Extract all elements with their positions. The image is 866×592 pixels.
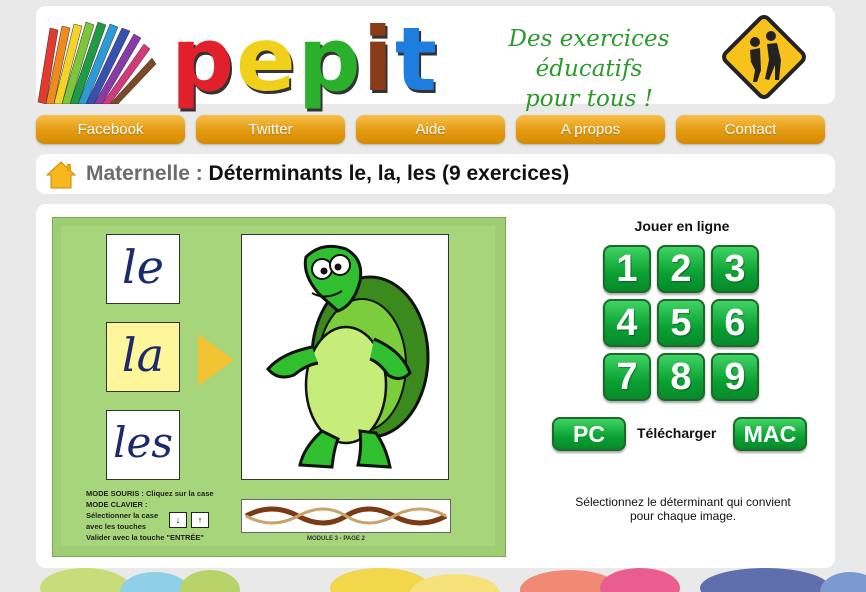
- exercise-1-button[interactable]: 1: [603, 245, 651, 293]
- preview-instructions: MODE SOURIS : Cliquez sur la case MODE C…: [86, 488, 246, 543]
- nav-facebook-button[interactable]: Facebook: [36, 115, 185, 144]
- card-le: le: [106, 234, 180, 304]
- logo-letter: i: [362, 8, 393, 111]
- arrow-down-key-icon: ↓: [169, 512, 187, 528]
- card-la: la: [106, 322, 180, 392]
- logo-letter: e: [236, 8, 296, 111]
- exercise-6-button[interactable]: 6: [711, 299, 759, 347]
- turtle-picture: [241, 234, 449, 480]
- breadcrumb: Maternelle : Déterminants le, la, les (9…: [36, 154, 835, 194]
- school-crossing-sign-icon: [722, 15, 806, 99]
- play-online-title: Jouer en ligne: [634, 218, 730, 234]
- nav-contact-button[interactable]: Contact: [676, 115, 825, 144]
- tagline: Des exercices éducatifs pour tous !: [454, 24, 724, 114]
- preview-instruction-line: Valider avec la touche "ENTRÉE": [86, 533, 204, 542]
- exercise-5-button[interactable]: 5: [657, 299, 705, 347]
- tagline-line2: pour tous !: [525, 86, 653, 112]
- home-icon[interactable]: [46, 160, 76, 190]
- download-label: Télécharger: [637, 425, 717, 441]
- card-les: les: [106, 410, 180, 480]
- exercise-2-button[interactable]: 2: [657, 245, 705, 293]
- logo-letter: p: [297, 8, 361, 111]
- breadcrumb-level[interactable]: Maternelle :: [86, 162, 203, 185]
- page-title: Maternelle : Déterminants le, la, les (9…: [86, 162, 569, 186]
- preview-instruction-line: avec les touches: [86, 522, 147, 531]
- card-le-text: le: [122, 240, 164, 294]
- preview-page-label: MODULE 3 - PAGE 2: [307, 536, 365, 542]
- arrow-up-key-icon: ↑: [191, 512, 209, 528]
- logo-letter: t: [394, 8, 437, 111]
- download-pc-button[interactable]: PC: [552, 417, 626, 451]
- main-content: le la les MODE SOURIS: Cliquez sur la c…: [36, 204, 835, 568]
- tagline-line1: Des exercices éducatifs: [508, 26, 670, 82]
- nav-a-propos-button[interactable]: A propos: [516, 115, 665, 144]
- card-les-text: les: [113, 418, 173, 467]
- preview-instruction-line: Sélectionner la case: [86, 511, 159, 520]
- nav-aide-button[interactable]: Aide: [356, 115, 505, 144]
- exercise-7-button[interactable]: 7: [603, 353, 651, 401]
- card-la-text: la: [121, 328, 165, 382]
- nav-twitter-button[interactable]: Twitter: [196, 115, 345, 144]
- exercise-9-button[interactable]: 9: [711, 353, 759, 401]
- instructions-line1: Sélectionnez le déterminant qui convient: [575, 495, 791, 509]
- site-header: p e p i t Des exercices éducatifs pour t…: [36, 6, 835, 112]
- arrow-right-icon: [198, 334, 234, 386]
- preview-instruction-line: MODE SOURIS : Cliquez sur la case: [86, 489, 214, 498]
- exercise-4-button[interactable]: 4: [603, 299, 651, 347]
- logo-letter: p: [171, 8, 234, 111]
- download-mac-button[interactable]: MAC: [733, 417, 807, 451]
- footer-paint-splatter: [0, 568, 866, 592]
- arrow-keys: ↓ ↑: [169, 512, 209, 528]
- exercise-instructions: Sélectionnez le déterminant qui convient…: [560, 495, 806, 523]
- exercise-preview-image: le la les MODE SOURIS: Cliquez sur la c…: [52, 217, 506, 557]
- instructions-line2: pour chaque image.: [629, 509, 737, 523]
- exercise-3-button[interactable]: 3: [711, 245, 759, 293]
- exercise-8-button[interactable]: 8: [657, 353, 705, 401]
- pepit-logo[interactable]: p e p i t: [171, 10, 439, 104]
- turtle-icon: [266, 244, 430, 469]
- decorative-border-image: [241, 499, 451, 533]
- exercise-title: Déterminants le, la, les (9 exercices): [208, 162, 570, 185]
- colored-pencils-icon: [37, 21, 157, 104]
- preview-instruction-line: MODE CLAVIER :: [86, 500, 148, 509]
